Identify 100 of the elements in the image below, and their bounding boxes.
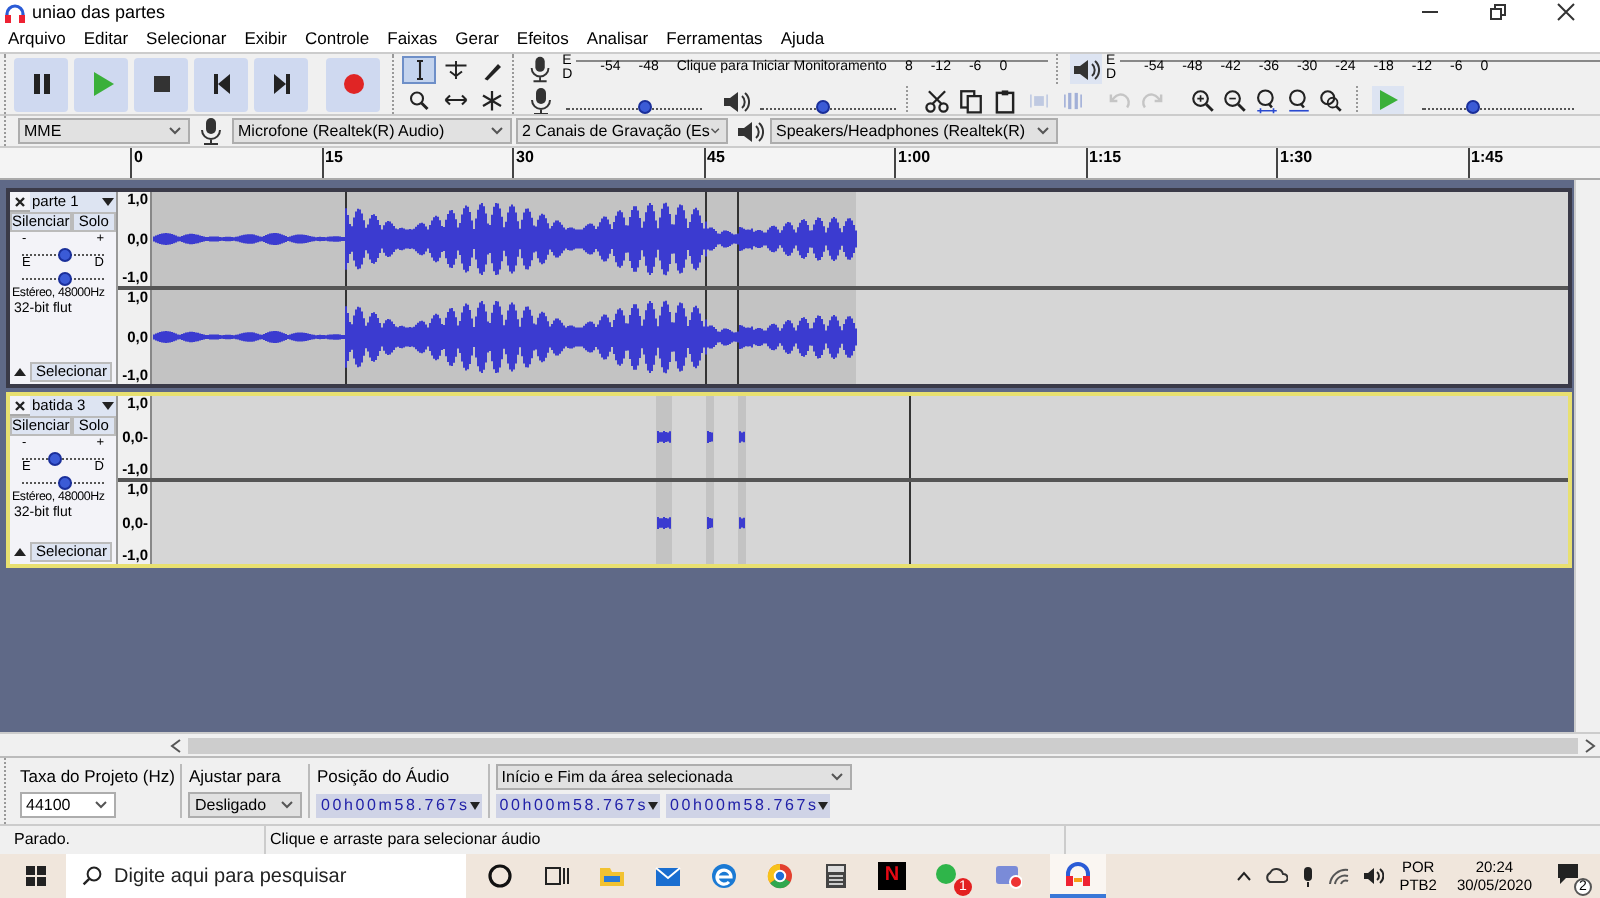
circle-icon[interactable] [486,862,514,890]
gain-slider-thumb[interactable] [57,248,71,262]
pan-slider-thumb[interactable] [57,272,71,286]
collapse-arrow-icon[interactable] [12,546,28,558]
menu-item[interactable]: Faixas [387,26,438,52]
chevron-up-icon[interactable] [1235,870,1252,882]
task-view-icon[interactable] [542,862,570,890]
mail-icon[interactable] [654,862,682,890]
calculator-icon[interactable] [822,862,850,890]
dropdown-arrow-icon [469,801,480,810]
cut-icon [923,87,949,113]
notification-icon[interactable] [1556,862,1580,886]
horizontal-scrollbar[interactable] [0,732,1600,756]
zoom-out-button[interactable] [1220,85,1250,114]
stop-button[interactable] [134,57,188,111]
close-icon[interactable] [1556,2,1576,22]
headphones-icon [4,3,26,23]
wifi-icon[interactable] [1327,867,1350,885]
gain-slider[interactable] [22,246,104,256]
speaker-icon [734,116,764,146]
folder-icon[interactable] [598,862,626,890]
menu-item[interactable]: Efeitos [516,26,569,52]
magnifier-icon [1254,87,1280,113]
speaker-meter-button[interactable] [1070,54,1102,83]
microphone-icon[interactable] [526,54,555,83]
cloud-icon[interactable] [1263,868,1288,884]
waveform [657,430,745,444]
snap-to-dropdown[interactable]: Desligado [188,792,303,819]
ruler-time-label: 1:00 [898,148,931,168]
pan-slider-thumb[interactable] [57,476,71,490]
app-tile[interactable]: N [878,862,906,890]
windows-logo-icon[interactable] [26,866,46,886]
screen-capture-icon[interactable] [994,862,1022,890]
cut-button[interactable] [922,85,950,114]
waveform-area[interactable] [152,290,1568,384]
gain-slider[interactable] [22,450,104,460]
audio-host-dropdown[interactable]: MME [18,118,190,144]
browser-icon[interactable] [766,862,794,890]
chevron-down-icon [1036,126,1050,136]
audio-position-field[interactable]: 00h00m58.767s [316,793,482,818]
recording-channels-dropdown[interactable]: 2 Canais de Gravação (Es [516,118,728,144]
dropdown-arrow-icon [102,401,114,409]
scroll-left-icon[interactable] [168,737,184,753]
chat-bubble-icon[interactable] [934,862,962,890]
zoom-tool-icon [405,87,433,111]
recording-device-dropdown[interactable]: Microfone (Realtek(R) Audio) [232,118,512,144]
gain-slider-thumb[interactable] [48,452,63,466]
menu-item[interactable]: Controle [304,26,370,52]
pause-button[interactable] [14,57,68,111]
menu-item[interactable]: Ajuda [780,26,825,52]
collapse-arrow-icon[interactable] [12,366,28,378]
search-icon [82,866,102,886]
recording-volume-slider-thumb[interactable] [638,99,653,113]
scrollbar-thumb[interactable] [188,737,1578,753]
playback-volume-slider-thumb[interactable] [815,99,830,113]
menu-item[interactable]: Exibir [244,26,287,52]
project-rate-dropdown[interactable]: 44100 [20,792,116,819]
toolbar-label: Posição do Áudio [316,764,452,790]
maximize-icon[interactable] [1488,2,1508,22]
menu-item[interactable]: Ferramentas [666,26,763,52]
record-button[interactable] [326,57,380,111]
menu-item[interactable]: Gerar [455,26,499,52]
zoom-toggle-button[interactable] [1316,85,1346,114]
selection-start-field[interactable]: 00h00m58.767s [495,794,661,818]
menu-item[interactable]: Selecionar [146,26,227,52]
selection-mode-dropdown[interactable]: Início e Fim da área selecionada [495,764,852,790]
close-icon[interactable] [12,397,28,413]
search-field[interactable]: Digite aqui para pesquisar [66,854,466,898]
browser-e-icon[interactable] [710,862,738,890]
skip-to-end-button[interactable] [254,57,308,111]
fit-project-button[interactable] [1284,85,1314,114]
close-icon[interactable] [12,193,28,209]
taskbar-app-button[interactable] [1050,854,1106,898]
playback-device-dropdown[interactable]: Speakers/Headphones (Realtek(R) [770,118,1058,144]
ruler-time-label: 45 [707,148,725,168]
scroll-right-icon[interactable] [1582,737,1598,753]
selection-end-field[interactable]: 00h00m58.767s [666,794,831,818]
zoom-in-button[interactable] [1188,85,1218,114]
playback-speed-slider-thumb[interactable] [1466,99,1481,113]
dropdown-arrow-icon [102,197,114,205]
fit-selection-button[interactable] [1252,85,1282,114]
magnifier-icon [1286,87,1312,113]
paste-button[interactable] [990,85,1018,114]
pan-slider[interactable] [22,474,104,484]
microphone-icon[interactable] [1299,865,1316,887]
pan-slider[interactable] [22,270,104,280]
copy-button[interactable] [956,85,984,114]
select-tool-button[interactable] [402,56,436,84]
ruler-time-label: 1:30 [1280,148,1313,168]
menu-item[interactable]: Editar [83,26,129,52]
menu-item[interactable]: Arquivo [8,26,66,52]
speaker-icon [1070,54,1101,83]
dropdown-arrow-icon [648,802,659,810]
waveform-area[interactable] [152,192,1568,286]
vertical-scrollbar[interactable] [1574,180,1600,732]
ruler-time-label: 1:15 [1089,148,1122,168]
chevron-down-icon [280,800,295,811]
menu-item[interactable]: Analisar [586,26,649,52]
skip-to-start-button[interactable] [194,57,248,111]
speaker-icon[interactable] [1361,866,1384,886]
